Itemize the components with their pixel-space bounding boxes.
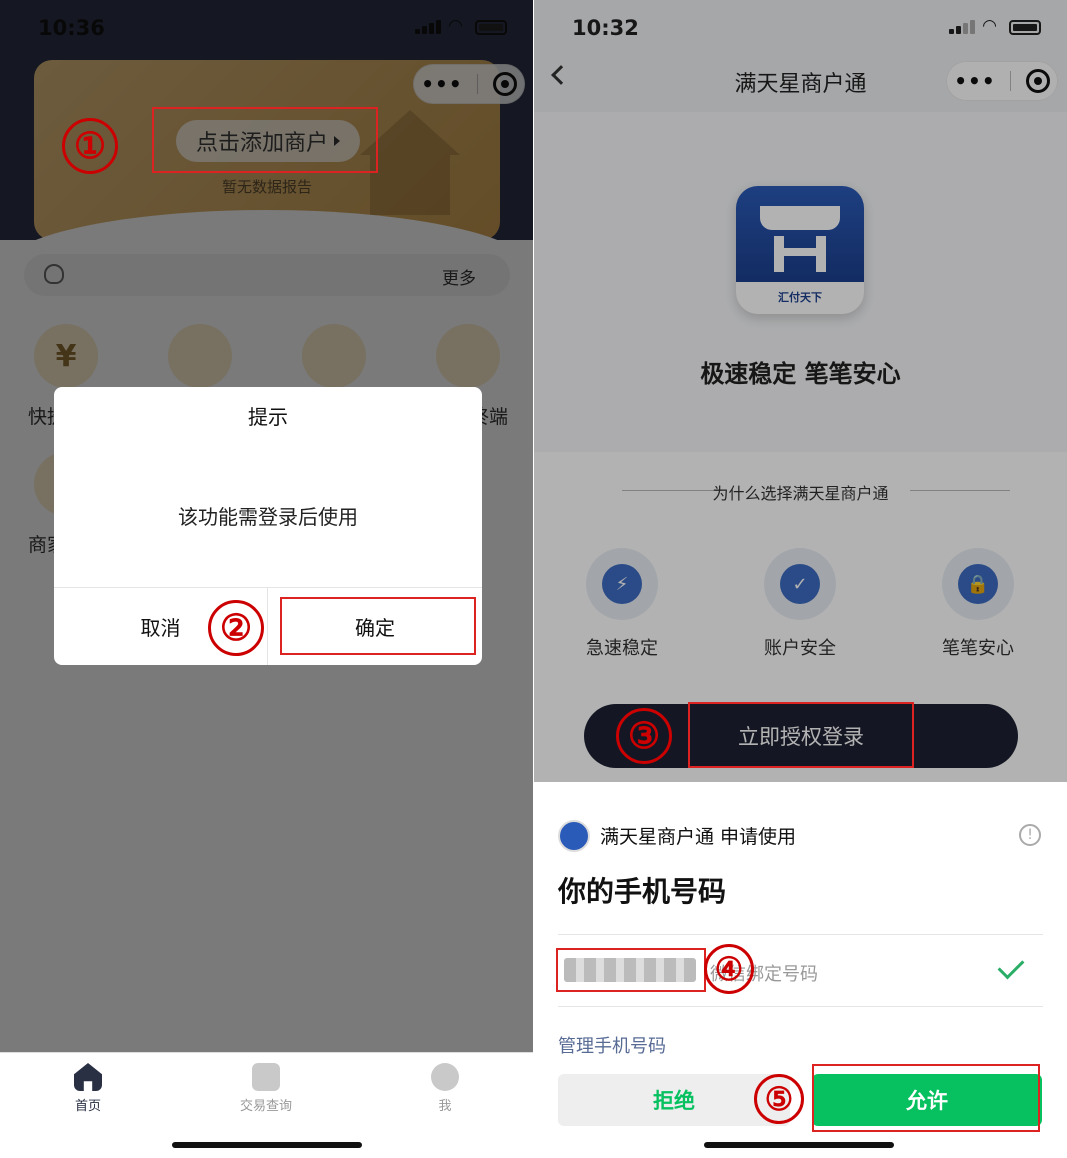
allow-button[interactable]: 允许	[812, 1074, 1042, 1126]
step-5-marker: ⑤	[754, 1074, 804, 1124]
sheet-overlay	[534, 0, 1067, 782]
home-icon	[74, 1063, 102, 1091]
confirm-button[interactable]: 确定	[268, 587, 482, 665]
step-4-marker: ④	[704, 944, 754, 994]
step-3-marker: ③	[616, 708, 672, 764]
home-indicator	[172, 1142, 362, 1148]
row-divider-top	[558, 934, 1043, 935]
step-1-marker: ①	[62, 118, 118, 174]
tab-home[interactable]: 首页	[28, 1063, 148, 1114]
home-indicator	[704, 1142, 894, 1148]
sheet-title: 你的手机号码	[558, 875, 727, 908]
user-icon	[431, 1063, 459, 1091]
app-mini-logo	[558, 820, 590, 852]
tab-me[interactable]: 我	[385, 1063, 505, 1114]
info-icon[interactable]: !	[1019, 824, 1041, 846]
tab-bar: 首页 交易查询 我	[0, 1052, 533, 1158]
search-doc-icon	[252, 1063, 280, 1091]
right-phone-screen: 10:32 ◠ 满天星商户通 ••• 汇付天下 极速稳定 笔笔安心 为什么选择满…	[534, 0, 1067, 1158]
dialog-message: 该功能需登录后使用	[178, 505, 358, 529]
manage-phone-link[interactable]: 管理手机号码	[558, 1032, 666, 1058]
masked-phone-number[interactable]	[564, 958, 696, 982]
check-icon	[997, 952, 1025, 980]
dialog-title: 提示	[248, 405, 288, 429]
left-phone-screen: 10:36 ◠ ••• 点击添加商户 暂无数据报告 更多 ¥ 快捷 终端 商家 …	[0, 0, 533, 1158]
login-required-dialog: 提示 该功能需登录后使用 取消 确定	[54, 387, 482, 665]
row-divider-bottom	[558, 1006, 1043, 1007]
sheet-app-name: 满天星商户通 申请使用	[600, 826, 797, 848]
tab-transactions[interactable]: 交易查询	[206, 1063, 326, 1114]
step-2-marker: ②	[208, 600, 264, 656]
